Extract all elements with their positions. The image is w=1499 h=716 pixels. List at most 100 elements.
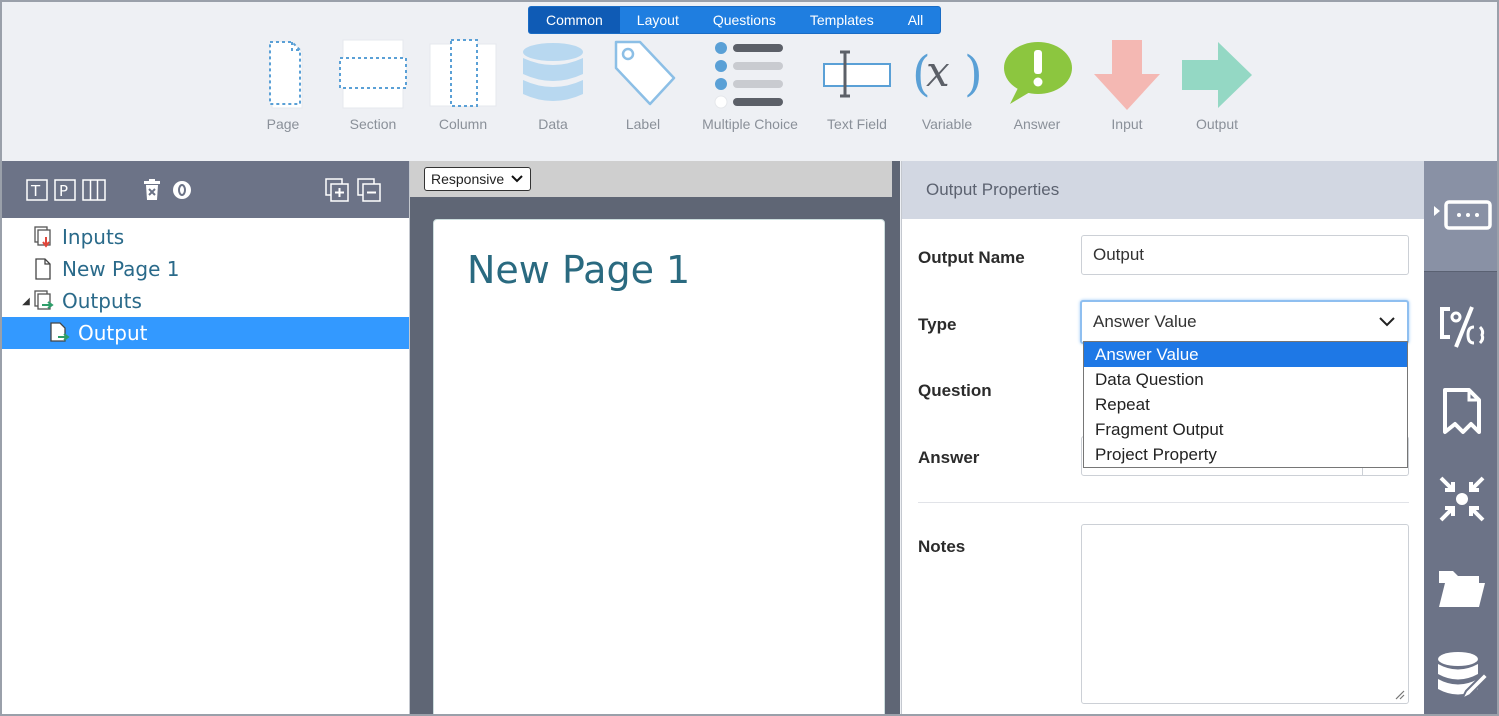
tree-item-outputs[interactable]: ◢ Outputs bbox=[2, 285, 409, 317]
chevron-down-icon bbox=[511, 175, 523, 183]
notes-textarea[interactable] bbox=[1081, 524, 1409, 704]
tool-variable[interactable]: ( x ) Variable bbox=[902, 38, 992, 134]
text-block-icon: T bbox=[26, 179, 48, 201]
type-dropdown-list: Answer Value Data Question Repeat Fragme… bbox=[1083, 341, 1408, 468]
rail-bookmark-button[interactable] bbox=[1424, 371, 1499, 451]
text-cursor-icon bbox=[823, 50, 891, 98]
delete-button[interactable] bbox=[142, 179, 162, 201]
ribbon-tabs: Common Layout Questions Templates All bbox=[528, 6, 942, 34]
tool-page[interactable]: Page bbox=[238, 38, 328, 134]
tab-layout[interactable]: Layout bbox=[620, 7, 696, 33]
tab-templates[interactable]: Templates bbox=[793, 7, 891, 33]
page-icon bbox=[269, 41, 303, 109]
collapse-triangle-icon[interactable]: ◢ bbox=[20, 296, 32, 307]
database-icon bbox=[523, 43, 583, 101]
tool-section[interactable]: Section bbox=[328, 38, 418, 134]
columns-block-button[interactable] bbox=[82, 179, 106, 201]
tab-all[interactable]: All bbox=[891, 7, 941, 33]
tool-label: Data bbox=[538, 116, 568, 132]
speech-exclamation-icon bbox=[1004, 42, 1072, 104]
section-icon bbox=[339, 39, 407, 109]
type-option-fragment-output[interactable]: Fragment Output bbox=[1084, 417, 1407, 442]
answer-label: Answer bbox=[918, 448, 980, 467]
divider bbox=[918, 502, 1409, 503]
tool-multiple-choice[interactable]: Multiple Choice bbox=[688, 38, 812, 134]
tree-item-label: Output bbox=[78, 321, 148, 345]
type-option-project-property[interactable]: Project Property bbox=[1084, 442, 1407, 467]
tree-item-new-page-1[interactable]: New Page 1 bbox=[2, 253, 409, 285]
rail-focus-button[interactable] bbox=[1424, 459, 1499, 539]
tool-label: Page bbox=[266, 116, 300, 132]
tool-answer[interactable]: Answer bbox=[992, 38, 1082, 134]
delete-icon bbox=[144, 179, 160, 200]
output-name-input[interactable]: Output bbox=[1081, 235, 1409, 275]
code-percent-icon bbox=[1439, 306, 1484, 348]
tool-label: Label bbox=[625, 116, 661, 132]
tab-common[interactable]: Common bbox=[529, 7, 620, 33]
variable-x-icon: ( x ) bbox=[912, 46, 983, 102]
outputs-icon bbox=[32, 289, 54, 313]
question-label: Question bbox=[918, 381, 992, 400]
tree-item-inputs[interactable]: Inputs bbox=[2, 221, 409, 253]
rail-database-edit-button[interactable] bbox=[1424, 635, 1499, 715]
type-value: Answer Value bbox=[1093, 312, 1197, 331]
tab-questions[interactable]: Questions bbox=[696, 7, 793, 33]
collapse-all-icon bbox=[357, 178, 381, 202]
column-icon bbox=[429, 39, 497, 107]
type-option-repeat[interactable]: Repeat bbox=[1084, 392, 1407, 417]
output-name-label: Output Name bbox=[918, 248, 1025, 267]
text-block-button[interactable]: T bbox=[26, 179, 48, 201]
tool-input[interactable]: Input bbox=[1082, 38, 1172, 134]
inputs-icon bbox=[32, 225, 54, 249]
tool-label: Input bbox=[1111, 116, 1143, 132]
svg-text:): ) bbox=[964, 46, 983, 102]
list-icon bbox=[714, 42, 783, 109]
svg-text:T: T bbox=[30, 182, 41, 200]
svg-text:x: x bbox=[926, 47, 950, 96]
output-name-value: Output bbox=[1093, 245, 1145, 264]
tool-label[interactable]: Label bbox=[598, 38, 688, 134]
outline-tree: Inputs New Page 1 ◢ Outputs Output bbox=[2, 218, 409, 349]
expand-all-button[interactable] bbox=[325, 178, 349, 202]
tree-item-label: Outputs bbox=[62, 289, 142, 313]
tool-label: Multiple Choice bbox=[702, 116, 798, 132]
rail-folder-button[interactable] bbox=[1424, 547, 1499, 627]
toolbox: Page Section Column Data Label Multiple … bbox=[238, 38, 1262, 134]
type-select[interactable]: Answer Value bbox=[1080, 300, 1409, 344]
tool-label: Variable bbox=[921, 116, 973, 132]
zero-badge-button[interactable] bbox=[172, 179, 192, 201]
page-title: New Page 1 bbox=[467, 248, 691, 292]
page-preview[interactable]: New Page 1 bbox=[433, 219, 885, 716]
database-edit-icon bbox=[1437, 652, 1488, 701]
type-option-answer-value[interactable]: Answer Value bbox=[1084, 342, 1407, 367]
tool-label: Output bbox=[1195, 116, 1239, 132]
resize-grip-icon[interactable] bbox=[1393, 688, 1405, 700]
tree-item-output[interactable]: Output bbox=[2, 317, 409, 349]
page-block-icon: P bbox=[54, 179, 76, 201]
tree-item-label: Inputs bbox=[62, 225, 125, 249]
view-mode-select[interactable]: Responsive bbox=[424, 167, 532, 191]
page-block-button[interactable]: P bbox=[54, 179, 76, 201]
type-option-data-question[interactable]: Data Question bbox=[1084, 367, 1407, 392]
tool-data[interactable]: Data bbox=[508, 38, 598, 134]
type-label: Type bbox=[918, 315, 957, 334]
collapse-all-button[interactable] bbox=[357, 178, 381, 202]
tool-output[interactable]: Output bbox=[1172, 38, 1262, 134]
tool-label: Column bbox=[438, 116, 488, 132]
rail-separator bbox=[1424, 271, 1499, 272]
canvas-toolbar: Responsive bbox=[410, 161, 892, 197]
rail-properties-button[interactable] bbox=[1424, 161, 1499, 271]
properties-header: Output Properties bbox=[902, 161, 1424, 219]
tool-text-field[interactable]: Text Field bbox=[812, 38, 902, 134]
notes-label: Notes bbox=[918, 537, 966, 556]
outline-panel: T P Inputs New Page 1 ◢ Outputs Output bbox=[2, 161, 410, 716]
view-mode-value: Responsive bbox=[431, 171, 505, 187]
page-icon bbox=[32, 257, 54, 281]
tree-item-label: New Page 1 bbox=[62, 257, 180, 281]
rail-code-button[interactable] bbox=[1424, 287, 1499, 367]
tool-column[interactable]: Column bbox=[418, 38, 508, 134]
arrow-down-icon bbox=[1094, 40, 1160, 110]
folder-icon bbox=[1438, 571, 1485, 607]
chevron-down-icon bbox=[1379, 317, 1395, 327]
arrow-right-icon bbox=[1182, 42, 1252, 108]
